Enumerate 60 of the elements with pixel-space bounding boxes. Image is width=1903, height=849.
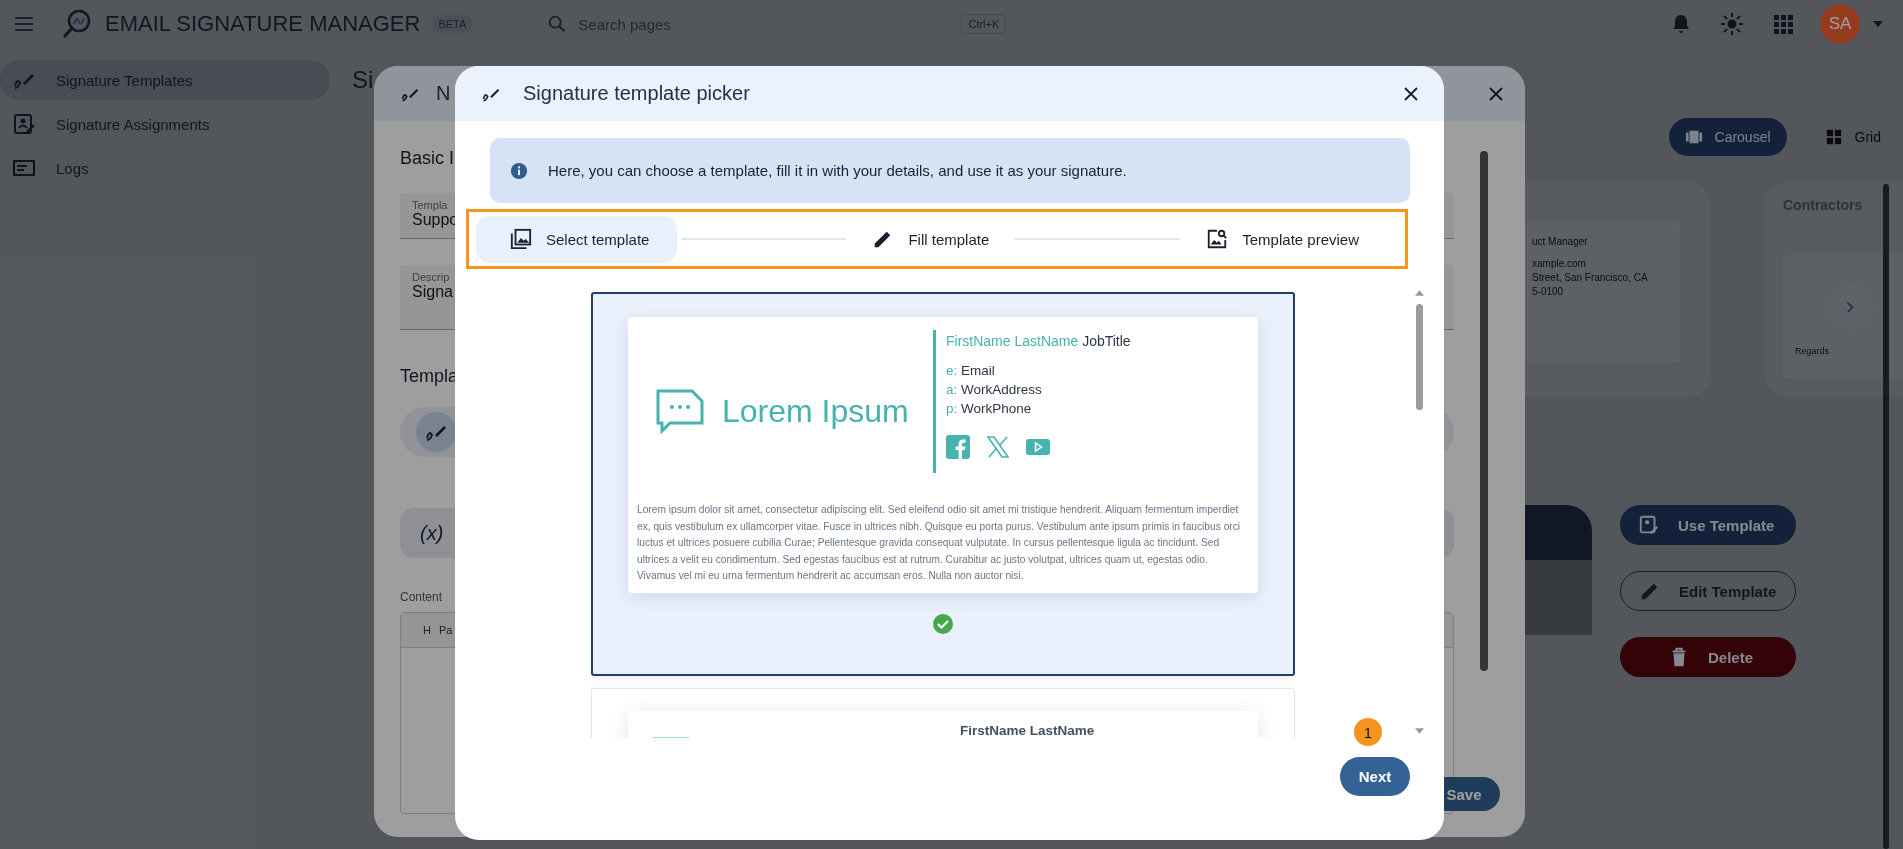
caret-icon[interactable]	[1873, 21, 1883, 27]
image-search-icon	[1206, 228, 1229, 250]
images-icon	[510, 228, 532, 250]
scrollbar-thumb[interactable]	[1415, 304, 1423, 410]
check-circle-icon	[932, 612, 954, 635]
signature-icon	[416, 412, 456, 452]
scrollbar[interactable]	[1883, 184, 1889, 849]
toolbar-button[interactable]: H	[423, 624, 431, 636]
preview-text: xample.com	[1532, 258, 1587, 269]
chat-bubble-icon	[656, 388, 704, 435]
sidebar-item[interactable]: Logs	[0, 148, 330, 188]
dialog-title: Signature template picker	[523, 82, 750, 105]
user-avatar[interactable]: SA	[1820, 4, 1860, 44]
contact-line: p: WorkPhone	[946, 401, 1033, 416]
scroll-down-icon[interactable]	[1414, 728, 1424, 734]
next-button[interactable]: Next	[1340, 757, 1410, 796]
name-line: FirstName LastName JobTitle	[946, 333, 1131, 349]
shortcut-hint: Ctrl+K	[961, 14, 1007, 34]
apps-icon[interactable]	[1771, 12, 1795, 36]
template-option[interactable]	[591, 292, 1295, 676]
contact-line: e: Email	[946, 363, 996, 378]
toolbar-button[interactable]: Pa	[438, 624, 453, 636]
dialog-title: N	[436, 82, 451, 105]
name-line: FirstName LastName	[960, 723, 1095, 738]
field-label: Content	[400, 590, 443, 604]
carousel-icon	[1684, 128, 1703, 146]
stepper-step[interactable]: Select template	[476, 215, 678, 263]
stepper-step[interactable]: Fill template	[850, 215, 1012, 263]
info-icon	[510, 161, 528, 180]
preview-text: 5-0100	[1532, 286, 1565, 297]
scrollbar[interactable]	[1480, 151, 1488, 671]
section-title: Basic I	[400, 148, 455, 169]
app-title: EMAIL SIGNATURE MANAGER	[105, 11, 421, 37]
grid-icon	[1824, 128, 1843, 146]
action-button[interactable]: Use Template	[1620, 505, 1796, 545]
view-toggle[interactable]: Carousel	[1668, 118, 1787, 156]
contact-line: a: WorkAddress	[946, 382, 1043, 397]
info-text: Here, you can choose a template, fill it in with your details, and use it as your signature.	[548, 162, 1127, 179]
close-icon[interactable]	[1489, 86, 1503, 101]
preview-text: Street, San Francisco, CA	[1532, 272, 1649, 283]
logo-icon	[62, 9, 92, 39]
preview-text: uct Manager	[1532, 236, 1589, 247]
step-badge: 1	[1354, 718, 1382, 746]
sidebar-item[interactable]: Signature Assignments	[0, 104, 330, 144]
scroll-up-icon[interactable]	[1414, 290, 1424, 296]
template-edit-icon	[1638, 514, 1660, 536]
view-toggle[interactable]: Grid	[1808, 118, 1897, 156]
facebook-icon[interactable]	[946, 435, 970, 459]
x-logo-icon[interactable]	[986, 435, 1010, 459]
page-heading: Si	[352, 66, 374, 94]
logo-text: Lorem Ipsum	[722, 393, 909, 430]
signature-body-text: Lorem ipsum dolor sit amet, consectetur adipiscing elit. Sed eleifend odio sit amet mi tristique hendrerit. Aliquam fermentum imperdiet ex, quis vestibulum ex ullamcorper vitae. Fusce in ultrices nibh. Quisque eu porta purus. Vestibulum ante ipsum primis in faucibus orci luctus et ultrices posuere cubilia Curae; Pellentesque gravida consequat vulputate. In cursus pellentesque ligula ac tincidunt. Sed ultrices a velit eu condimentum. Sed egestas faucibus est at rutrum. Curabitur ac justo volutpat, ultrices quam ut, egestas odio. Vivamus vel mi eu urna fermentum hendrerit ac accumsan eros. Nulla non auctor nisi.	[637, 503, 1242, 584]
template-option[interactable]: FirstName LastName	[591, 688, 1295, 738]
stepper-step[interactable]: Template preview	[1184, 215, 1381, 263]
close-icon[interactable]	[1404, 86, 1418, 101]
action-button[interactable]: Delete	[1620, 637, 1796, 677]
preview-text: Regards	[1795, 346, 1830, 356]
sun-icon[interactable]	[1720, 12, 1744, 36]
assignment-icon	[12, 112, 36, 136]
chevron-right-icon	[1846, 300, 1854, 314]
